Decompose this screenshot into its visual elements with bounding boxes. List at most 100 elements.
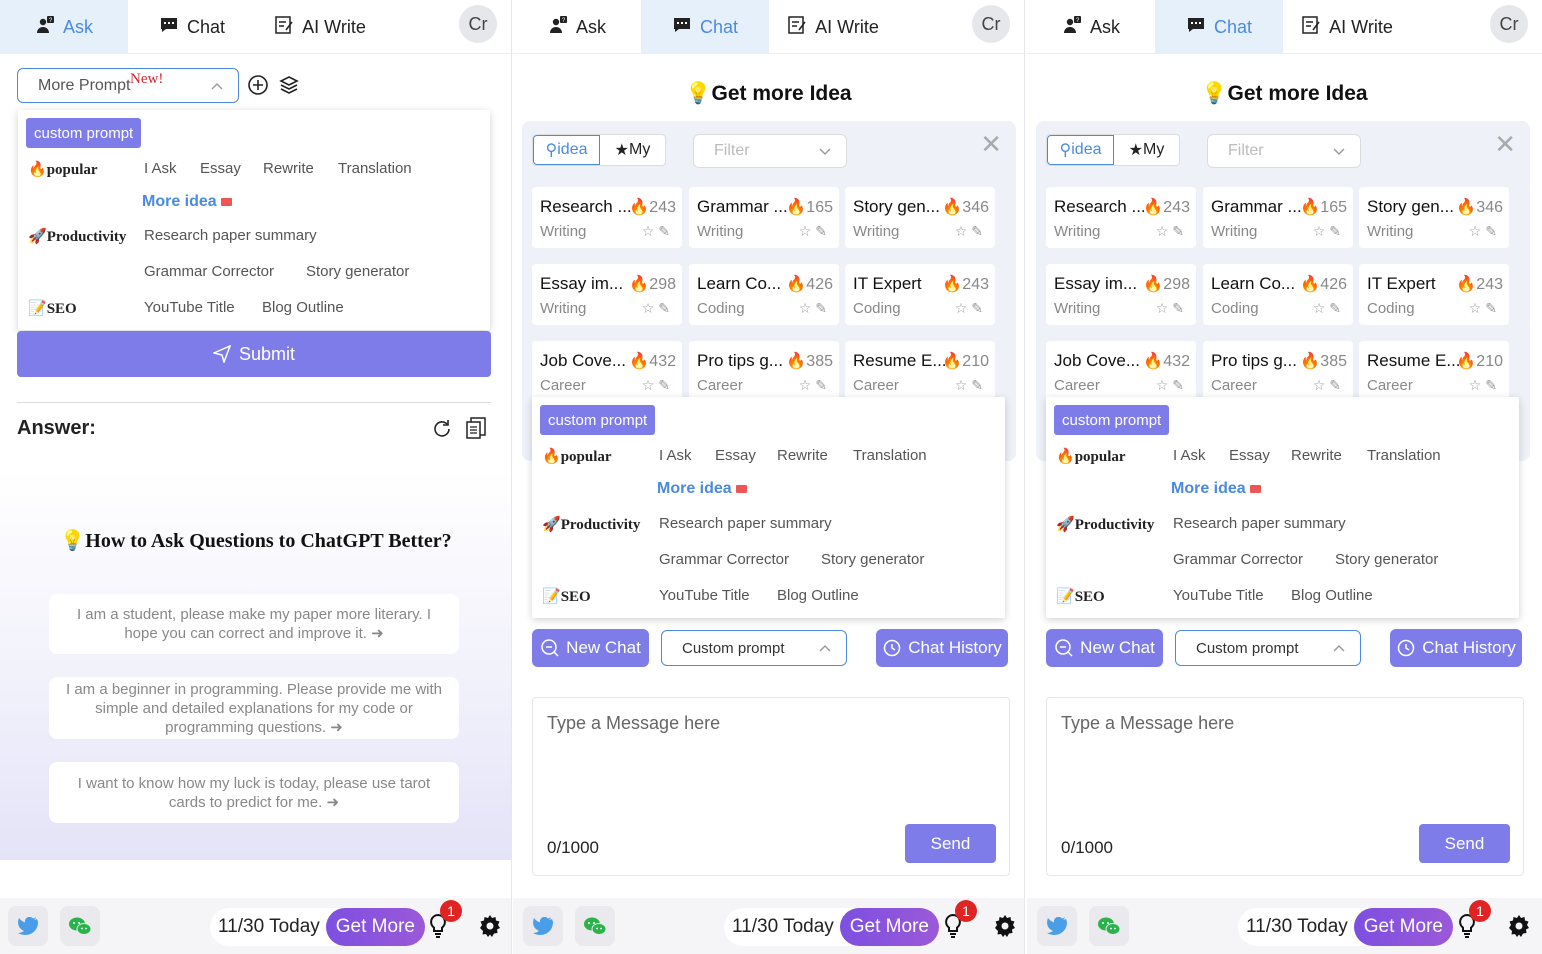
- edit-icon[interactable]: ✎: [1329, 300, 1345, 316]
- close-icon[interactable]: ✕: [980, 129, 1002, 160]
- card-actions[interactable]: ☆✎: [799, 300, 831, 317]
- message-input[interactable]: Type a Message here 0/1000 Send: [532, 697, 1010, 876]
- menu-item[interactable]: I Ask: [659, 447, 692, 464]
- star-outline-icon[interactable]: ☆: [642, 377, 659, 393]
- custom-prompt-chip[interactable]: custom prompt: [540, 405, 656, 435]
- menu-item[interactable]: Translation: [338, 160, 412, 177]
- card-actions[interactable]: ☆✎: [1313, 223, 1345, 240]
- idea-card[interactable]: Job Cove... 🔥432 Career ☆✎: [1046, 341, 1196, 402]
- message-input[interactable]: Type a Message here 0/1000 Send: [1046, 697, 1524, 876]
- edit-icon[interactable]: ✎: [1485, 300, 1501, 316]
- idea-card[interactable]: Story gen... 🔥346 Writing ☆✎: [1359, 187, 1509, 248]
- edit-icon[interactable]: ✎: [658, 377, 674, 393]
- idea-card[interactable]: Story gen... 🔥346 Writing ☆✎: [845, 187, 995, 248]
- send-button[interactable]: Send: [905, 824, 996, 863]
- idea-card[interactable]: Learn Co... 🔥426 Coding ☆✎: [1203, 264, 1353, 325]
- tab-chat[interactable]: Chat: [128, 0, 256, 54]
- question-card[interactable]: I am a beginner in programming. Please p…: [49, 677, 459, 739]
- star-outline-icon[interactable]: ☆: [1313, 223, 1330, 239]
- menu-item[interactable]: Story generator: [821, 551, 924, 568]
- star-outline-icon[interactable]: ☆: [799, 223, 816, 239]
- avatar[interactable]: Cr: [972, 5, 1010, 43]
- star-outline-icon[interactable]: ☆: [799, 300, 816, 316]
- twitter-button[interactable]: [523, 906, 563, 946]
- seg-idea[interactable]: ⚲ idea: [533, 135, 600, 165]
- custom-prompt-select[interactable]: Custom prompt: [1175, 630, 1361, 666]
- idea-card[interactable]: Grammar ... 🔥165 Writing ☆✎: [689, 187, 839, 248]
- seg-my[interactable]: ★ My: [1114, 135, 1179, 165]
- menu-item[interactable]: Grammar Corrector: [1173, 551, 1303, 568]
- more-prompt-select[interactable]: More Prompt New!: [17, 68, 239, 103]
- menu-item[interactable]: Grammar Corrector: [659, 551, 789, 568]
- menu-item[interactable]: Grammar Corrector: [144, 263, 274, 280]
- tab-ai-write[interactable]: AI Write: [769, 0, 897, 54]
- avatar[interactable]: Cr: [1490, 5, 1528, 43]
- edit-icon[interactable]: ✎: [1172, 223, 1188, 239]
- menu-item[interactable]: Rewrite: [1291, 447, 1342, 464]
- menu-item[interactable]: Essay: [1229, 447, 1270, 464]
- menu-item[interactable]: Story generator: [306, 263, 409, 280]
- star-outline-icon[interactable]: ☆: [642, 300, 659, 316]
- edit-icon[interactable]: ✎: [815, 300, 831, 316]
- idea-card[interactable]: Essay im... 🔥298 Writing ☆✎: [1046, 264, 1196, 325]
- idea-card[interactable]: Pro tips g... 🔥385 Career ☆✎: [1203, 341, 1353, 402]
- custom-prompt-chip[interactable]: custom prompt: [26, 118, 142, 148]
- wechat-button[interactable]: [1089, 906, 1129, 946]
- card-actions[interactable]: ☆✎: [642, 377, 674, 394]
- idea-button[interactable]: 1: [418, 900, 462, 946]
- menu-item[interactable]: Translation: [1367, 447, 1441, 464]
- tab-ask[interactable]: ? Ask: [0, 0, 128, 54]
- question-card[interactable]: I am a student, please make my paper mor…: [49, 594, 459, 654]
- star-outline-icon[interactable]: ☆: [1313, 300, 1330, 316]
- menu-item[interactable]: Blog Outline: [777, 587, 859, 604]
- menu-item[interactable]: Blog Outline: [1291, 587, 1373, 604]
- star-outline-icon[interactable]: ☆: [955, 377, 972, 393]
- twitter-button[interactable]: [1037, 906, 1077, 946]
- card-actions[interactable]: ☆✎: [1469, 300, 1501, 317]
- edit-icon[interactable]: ✎: [971, 377, 987, 393]
- card-actions[interactable]: ☆✎: [799, 223, 831, 240]
- idea-card[interactable]: Essay im... 🔥298 Writing ☆✎: [532, 264, 682, 325]
- idea-card[interactable]: Research ... 🔥243 Writing ☆✎: [532, 187, 682, 248]
- star-outline-icon[interactable]: ☆: [1156, 377, 1173, 393]
- tab-ask[interactable]: ? Ask: [1027, 0, 1155, 54]
- seg-idea[interactable]: ⚲ idea: [1047, 135, 1114, 165]
- refresh-icon[interactable]: [431, 418, 453, 440]
- idea-card[interactable]: Research ... 🔥243 Writing ☆✎: [1046, 187, 1196, 248]
- idea-card[interactable]: IT Expert 🔥243 Coding ☆✎: [1359, 264, 1509, 325]
- edit-icon[interactable]: ✎: [1485, 223, 1501, 239]
- card-actions[interactable]: ☆✎: [1156, 223, 1188, 240]
- menu-item[interactable]: I Ask: [1173, 447, 1206, 464]
- get-more-button[interactable]: Get More: [1353, 908, 1453, 946]
- menu-item[interactable]: Rewrite: [263, 160, 314, 177]
- custom-prompt-chip[interactable]: custom prompt: [1054, 405, 1170, 435]
- menu-item[interactable]: YouTube Title: [659, 587, 750, 604]
- idea-card[interactable]: Pro tips g... 🔥385 Career ☆✎: [689, 341, 839, 402]
- add-circle-icon[interactable]: [247, 74, 269, 96]
- card-actions[interactable]: ☆✎: [642, 223, 674, 240]
- idea-button[interactable]: 1: [933, 900, 977, 946]
- idea-card[interactable]: IT Expert 🔥243 Coding ☆✎: [845, 264, 995, 325]
- edit-icon[interactable]: ✎: [1172, 300, 1188, 316]
- card-actions[interactable]: ☆✎: [1469, 223, 1501, 240]
- seg-my[interactable]: ★ My: [600, 135, 665, 165]
- star-outline-icon[interactable]: ☆: [1156, 223, 1173, 239]
- more-idea-link[interactable]: More idea: [142, 193, 232, 211]
- filter-select[interactable]: Filter: [693, 134, 847, 168]
- settings-button[interactable]: [1499, 906, 1539, 946]
- custom-prompt-select[interactable]: Custom prompt: [661, 630, 847, 666]
- card-actions[interactable]: ☆✎: [1313, 300, 1345, 317]
- card-actions[interactable]: ☆✎: [955, 223, 987, 240]
- tab-chat[interactable]: Chat: [641, 0, 769, 54]
- menu-item[interactable]: YouTube Title: [1173, 587, 1264, 604]
- menu-item[interactable]: Translation: [853, 447, 927, 464]
- star-outline-icon[interactable]: ☆: [1469, 223, 1486, 239]
- idea-button[interactable]: 1: [1447, 900, 1491, 946]
- edit-icon[interactable]: ✎: [971, 223, 987, 239]
- settings-button[interactable]: [470, 906, 510, 946]
- idea-card[interactable]: Resume E... 🔥210 Career ☆✎: [845, 341, 995, 402]
- tab-ask[interactable]: ? Ask: [513, 0, 641, 54]
- tab-chat[interactable]: Chat: [1155, 0, 1283, 54]
- star-outline-icon[interactable]: ☆: [799, 377, 816, 393]
- menu-item[interactable]: Research paper summary: [659, 515, 832, 532]
